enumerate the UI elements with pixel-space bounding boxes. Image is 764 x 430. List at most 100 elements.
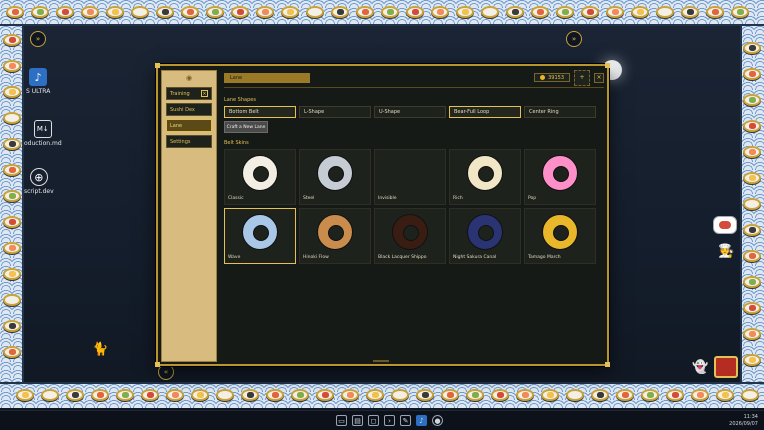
sushi-plate-icon bbox=[3, 164, 21, 176]
lane-shapes-heading: Lane Shapes bbox=[224, 97, 256, 103]
sushi-plate-icon bbox=[3, 190, 21, 202]
sushi-plate-icon bbox=[3, 268, 21, 280]
belt-skin-card[interactable]: Tamago March bbox=[524, 208, 596, 264]
lane-shape-option[interactable]: Bottom Belt bbox=[224, 106, 296, 118]
belt-skins-grid: Classic Steel Invisible Rich Pop Wave Hinoki F… bbox=[224, 149, 604, 264]
sushi-plate-icon bbox=[741, 389, 759, 401]
desktop-icon-app[interactable]: ♪ S ULTRA bbox=[26, 68, 50, 95]
speech-bubble bbox=[713, 216, 737, 234]
coin-icon bbox=[540, 75, 546, 80]
app-icon[interactable]: ♪ bbox=[416, 415, 427, 426]
rewind-button[interactable]: « bbox=[158, 364, 174, 380]
belt-skin-name: Steel bbox=[303, 196, 315, 201]
belt-skin-card[interactable]: Rich bbox=[449, 149, 521, 205]
sushi-plate-icon bbox=[66, 389, 84, 401]
lane-shape-option[interactable]: Bear-Full Loop bbox=[449, 106, 521, 118]
chef-sprite[interactable]: 🧑‍🍳 bbox=[718, 244, 734, 259]
belt-skin-card[interactable]: Pop bbox=[524, 149, 596, 205]
sidebar-item-label: Settings bbox=[170, 138, 191, 145]
resize-grip[interactable] bbox=[373, 360, 389, 362]
window-icon[interactable]: ▤ bbox=[352, 415, 363, 426]
clock-date: 2026/09/07 bbox=[729, 421, 758, 427]
edit-icon[interactable]: ✎ bbox=[400, 415, 411, 426]
sidebar-item-sushi-dex[interactable]: Sushi Dex bbox=[166, 103, 212, 116]
sushi-plate-icon bbox=[566, 389, 584, 401]
lane-shapes-list: Bottom Belt L-Shape U-Shape Bear-Full Loop C… bbox=[224, 106, 604, 118]
sushi-plate-icon bbox=[206, 6, 224, 18]
sushi-plate-icon bbox=[316, 389, 334, 401]
sushi-plate-icon bbox=[516, 389, 534, 401]
sushi-plate-icon bbox=[666, 389, 684, 401]
belt-skins-heading: Belt Skins bbox=[224, 140, 249, 146]
sidebar-item-settings[interactable]: Settings bbox=[166, 135, 212, 148]
chat-icon[interactable]: ◻ bbox=[368, 415, 379, 426]
sushi-plate-icon bbox=[491, 389, 509, 401]
sushi-plate-icon bbox=[743, 198, 761, 210]
sushi-plate-icon bbox=[743, 94, 761, 106]
sushi-plate-icon bbox=[3, 86, 21, 98]
belt-skin-card[interactable]: Wave bbox=[224, 208, 296, 264]
sushi-plate-icon bbox=[3, 34, 21, 46]
belt-ring-icon bbox=[242, 155, 278, 191]
add-button[interactable]: + bbox=[574, 69, 590, 86]
belt-skin-name: Rich bbox=[453, 196, 463, 201]
belt-ring-icon bbox=[317, 214, 353, 250]
belt-skin-card[interactable]: Steel bbox=[299, 149, 371, 205]
sushi-plate-icon bbox=[641, 389, 659, 401]
taskbar: ▭ ▤ ◻ › ✎ ♪ ● 11:34 2026/09/07 bbox=[0, 410, 764, 430]
sushi-plate-icon bbox=[41, 389, 59, 401]
sushi-plate-icon bbox=[381, 6, 399, 18]
sushi-plate-icon bbox=[231, 6, 249, 18]
sushi-plate-icon bbox=[181, 6, 199, 18]
sushi-plate-icon bbox=[743, 302, 761, 314]
belt-skin-card[interactable]: Hinoki Flow bbox=[299, 208, 371, 264]
belt-ring-icon bbox=[392, 214, 428, 250]
belt-skin-card[interactable]: Invisible bbox=[374, 149, 446, 205]
desktop-icon-markdown[interactable]: M↓ oduction.md bbox=[24, 120, 62, 147]
close-button[interactable]: × bbox=[594, 72, 604, 83]
ghost-sprite[interactable]: 👻 bbox=[692, 360, 708, 375]
lane-shape-option[interactable]: Center Ring bbox=[524, 106, 596, 118]
sushi-plate-icon bbox=[256, 6, 274, 18]
sushi-shop-icon[interactable] bbox=[714, 356, 738, 378]
points-badge: 39153 bbox=[534, 73, 570, 82]
terminal-icon[interactable]: › bbox=[384, 415, 395, 426]
sidebar-item-label: Training bbox=[170, 90, 190, 97]
sushi-plate-icon bbox=[743, 250, 761, 262]
mascot-icon[interactable]: ● bbox=[432, 415, 443, 426]
lane-shape-option[interactable]: L-Shape bbox=[299, 106, 371, 118]
lane-shape-option[interactable]: U-Shape bbox=[374, 106, 446, 118]
sushi-plate-icon bbox=[416, 389, 434, 401]
close-icon[interactable]: × bbox=[201, 90, 208, 97]
sushi-plate-icon bbox=[456, 6, 474, 18]
fast-forward-button-right[interactable]: » bbox=[566, 31, 582, 47]
desktop-icon-label: oduction.md bbox=[24, 140, 62, 147]
markdown-icon: M↓ bbox=[33, 120, 52, 138]
cat-sprite[interactable]: 🐈 bbox=[92, 342, 108, 357]
sushi-plate-icon bbox=[81, 6, 99, 18]
sushi-plate-icon bbox=[656, 6, 674, 18]
sushi-plate-icon bbox=[291, 389, 309, 401]
clock[interactable]: 11:34 2026/09/07 bbox=[729, 414, 758, 428]
belt-skin-card[interactable]: Classic bbox=[224, 149, 296, 205]
sushi-plate-icon bbox=[481, 6, 499, 18]
sushi-plate-icon bbox=[3, 112, 21, 124]
sushi-plate-icon bbox=[691, 389, 709, 401]
sidebar: ◉ Training × Sushi Dex Lane Settings bbox=[161, 70, 217, 362]
folder-icon[interactable]: ▭ bbox=[336, 415, 347, 426]
sushi-plate-icon bbox=[743, 224, 761, 236]
sushi-plate-icon bbox=[716, 389, 734, 401]
belt-ring-icon bbox=[242, 214, 278, 250]
belt-skin-card[interactable]: Night Sakura Canal bbox=[449, 208, 521, 264]
sushi-plate-icon bbox=[441, 389, 459, 401]
sushi-plate-icon bbox=[366, 389, 384, 401]
desktop-icon-label: script.dev bbox=[24, 188, 54, 195]
sidebar-logo-icon: ◉ bbox=[185, 74, 193, 82]
desktop-icon-web[interactable]: ⊕ script.dev bbox=[24, 168, 54, 195]
belt-skin-card[interactable]: Black Lacquer Shippo bbox=[374, 208, 446, 264]
sushi-plate-icon bbox=[631, 6, 649, 18]
fast-forward-button[interactable]: » bbox=[30, 31, 46, 47]
craft-new-lane-button[interactable]: Craft a New Lane bbox=[224, 121, 268, 133]
sidebar-item-lane[interactable]: Lane bbox=[166, 119, 212, 132]
sidebar-item-training[interactable]: Training × bbox=[166, 87, 212, 100]
